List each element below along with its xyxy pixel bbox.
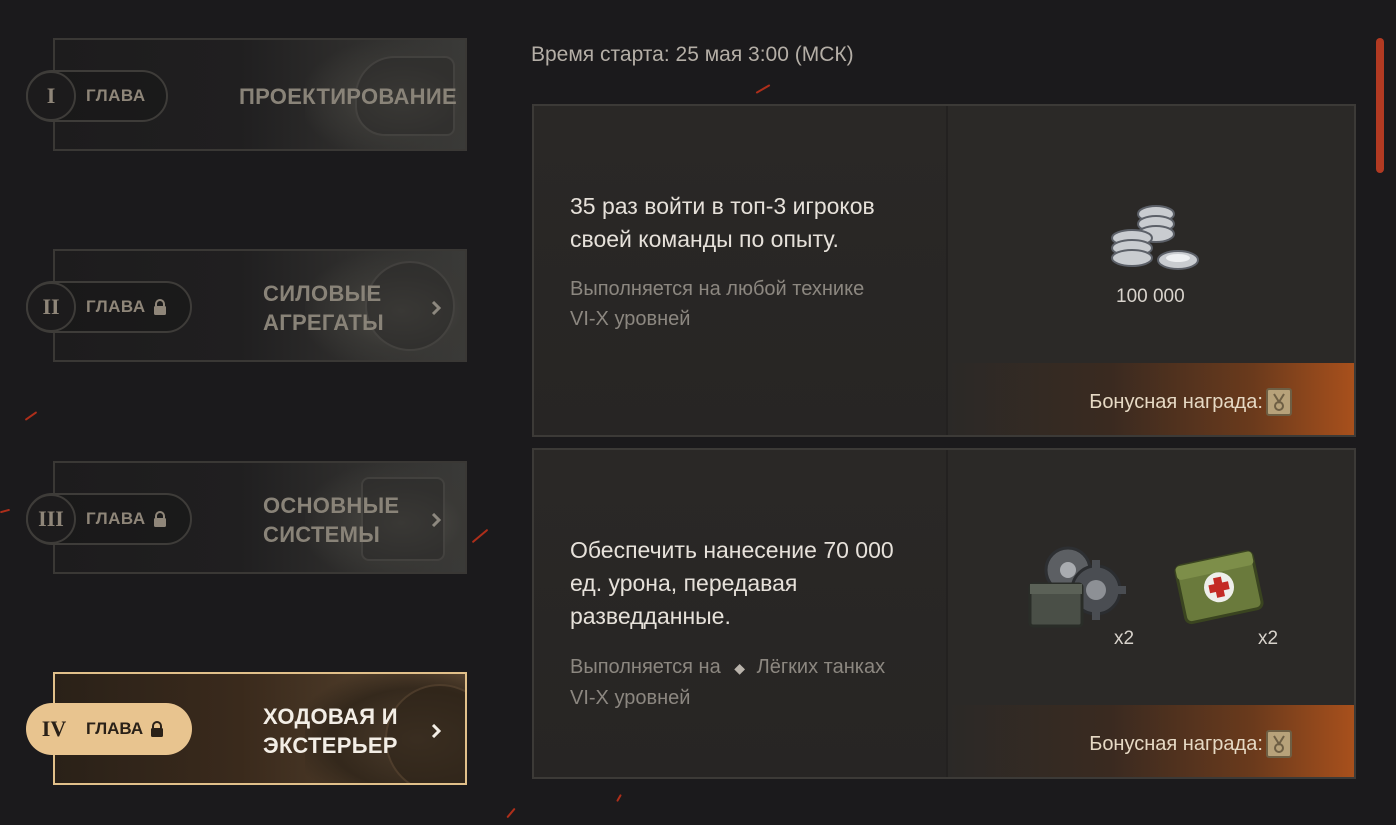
chapter-pill-2: II ГЛАВА <box>26 281 192 333</box>
chapter-title: ПРОЕКТИРОВАНИЕ <box>239 84 457 109</box>
ember-decoration <box>506 807 516 819</box>
ember-decoration <box>24 411 38 421</box>
ember-decoration <box>0 508 11 514</box>
chapter-pill-4: IV ГЛАВА <box>26 703 192 755</box>
quest-condition: Выполняется на ◆ Лёгких танках VI-X уров… <box>570 652 930 713</box>
lock-icon <box>150 721 164 737</box>
start-time-text: Время старта: 25 мая 3:00 (МСК) <box>531 43 854 66</box>
scrollbar-thumb[interactable] <box>1376 38 1384 173</box>
chapter-title: СИЛОВЫЕ АГРЕГАТЫ <box>263 281 384 335</box>
chevron-right-icon <box>431 724 442 738</box>
quest-description: 35 раз войти в топ-3 игроков своей коман… <box>570 193 875 252</box>
chapter-label: ГЛАВА <box>86 719 144 738</box>
ember-decoration <box>755 84 771 94</box>
chapter-pill-1: I ГЛАВА <box>26 70 168 122</box>
chapter-label: ГЛАВА <box>86 297 146 316</box>
chapter-title: ОСНОВНЫЕ СИСТЕМЫ <box>263 493 400 547</box>
ember-decoration <box>616 794 622 802</box>
chapter-number: II <box>26 282 76 332</box>
chapter-number: IV <box>41 716 67 741</box>
chapter-number: III <box>26 494 76 544</box>
silver-coins-icon <box>1104 198 1204 291</box>
chapter-title: ХОДОВАЯ И ЭКСТЕРЬЕР <box>263 704 398 758</box>
lock-icon <box>153 511 167 527</box>
quest-card-1[interactable]: 35 раз войти в топ-3 игроков своей коман… <box>532 104 1356 437</box>
first-aid-kit-icon <box>1172 542 1268 637</box>
quest-description: Обеспечить нанесение 70 000 ед. урона, п… <box>570 537 894 629</box>
reward-amount: 100 000 <box>1116 286 1185 307</box>
light-tank-icon: ◆ <box>734 660 746 676</box>
chevron-right-icon <box>431 513 442 527</box>
reward-amount: x2 <box>1258 628 1279 649</box>
bonus-reward-text: Бонусная награда:1 <box>1089 391 1278 413</box>
bonus-token-icon <box>1266 388 1292 416</box>
bonus-reward-text: Бонусная награда:1 <box>1089 733 1278 755</box>
chapter-label: ГЛАВА <box>86 86 146 105</box>
lock-icon <box>153 299 167 315</box>
bonus-token-icon <box>1266 730 1292 758</box>
chapter-label: ГЛАВА <box>86 509 146 528</box>
chapter-number: I <box>26 71 76 121</box>
chapter-pill-3: III ГЛАВА <box>26 493 192 545</box>
repair-kit-icon <box>1028 540 1134 641</box>
chevron-right-icon <box>431 301 442 315</box>
ember-decoration <box>471 528 489 544</box>
reward-amount: x2 <box>1114 628 1135 649</box>
quest-card-2[interactable]: Обеспечить нанесение 70 000 ед. урона, п… <box>532 448 1356 779</box>
quest-condition: Выполняется на любой технике VI-X уровне… <box>570 278 865 330</box>
quest-description-panel <box>534 106 947 435</box>
